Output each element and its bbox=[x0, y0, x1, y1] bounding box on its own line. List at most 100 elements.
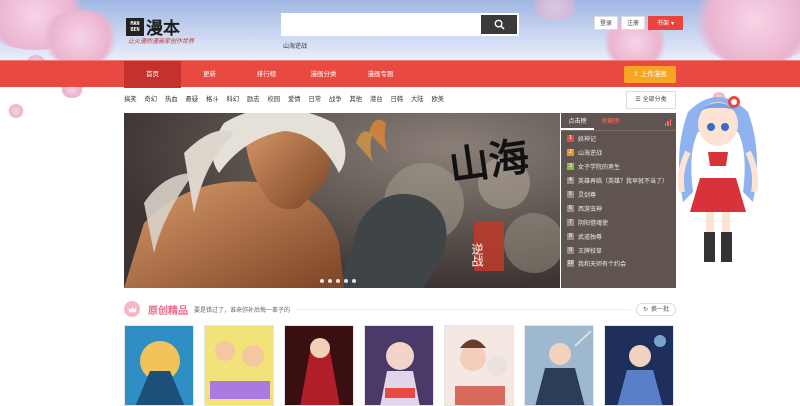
comic-cover[interactable] bbox=[284, 325, 354, 406]
section-header: 原创精品 要是错过了，谁来弥补后悔一辈子的 ↻ 换一批 bbox=[124, 300, 676, 318]
blossom-decoration bbox=[690, 0, 800, 60]
ranking-item[interactable]: 7 阴阳借魂使 bbox=[561, 215, 676, 229]
search-box bbox=[281, 13, 519, 36]
rank-title: 妖神记 bbox=[578, 136, 597, 144]
comic-cover[interactable] bbox=[604, 325, 674, 406]
nav-item-home[interactable]: 首页 bbox=[124, 61, 181, 88]
rank-title: 武道独尊 bbox=[578, 233, 603, 241]
category-bar: 搞笑 奇幻 热血 悬疑 格斗 科幻 励志 校园 爱情 日常 战争 其他 港台 日… bbox=[124, 94, 452, 103]
refresh-button[interactable]: ↻ 换一批 bbox=[635, 302, 676, 316]
banner-artwork: 山海 逆战 bbox=[124, 113, 560, 288]
logo-slogan: 让火漫的漫画家创作世界 bbox=[128, 38, 195, 45]
carousel-dot[interactable] bbox=[344, 279, 348, 283]
nav-item-topics[interactable]: 漫画专题 bbox=[352, 61, 409, 88]
upload-icon: ⇪ bbox=[633, 70, 639, 78]
nav-item-categories[interactable]: 漫画分类 bbox=[295, 61, 352, 88]
rank-number: 2 bbox=[567, 149, 574, 157]
ranking-item[interactable]: 1 妖神记 bbox=[561, 132, 676, 146]
carousel-dot[interactable] bbox=[328, 279, 332, 283]
rank-number: 3 bbox=[567, 163, 574, 171]
category-link[interactable]: 欧美 bbox=[432, 94, 453, 103]
ranking-item[interactable]: 3 女子学院的男生 bbox=[561, 160, 676, 174]
category-link[interactable]: 悬疑 bbox=[186, 94, 207, 103]
rank-number: 10 bbox=[567, 260, 574, 268]
carousel-dot[interactable] bbox=[352, 279, 356, 283]
rank-title: 阴阳借魂使 bbox=[578, 219, 609, 227]
login-button[interactable]: 登录 bbox=[594, 16, 619, 30]
search-button[interactable] bbox=[481, 15, 517, 34]
category-link[interactable]: 日韩 bbox=[391, 94, 412, 103]
ranking-item[interactable]: 4 英雄再临（英雄？我早就不当了） bbox=[561, 174, 676, 188]
rank-title: 灵剑尊 bbox=[578, 192, 597, 199]
category-link[interactable]: 日常 bbox=[309, 94, 330, 103]
upload-comic-button[interactable]: ⇪ 上传漫画 bbox=[624, 66, 676, 83]
rank-number: 8 bbox=[567, 232, 574, 240]
upload-label: 上传漫画 bbox=[640, 70, 667, 78]
category-link[interactable]: 其他 bbox=[350, 94, 371, 103]
ranking-tabs: 点击榜 收藏榜 bbox=[561, 113, 676, 131]
rank-title: 王牌校草 bbox=[578, 247, 603, 255]
rank-title: 我和天师有个约会 bbox=[578, 261, 627, 269]
category-link[interactable]: 励志 bbox=[247, 94, 268, 103]
section-subtitle: 要是错过了，谁来弥补后悔一辈子的 bbox=[194, 306, 291, 314]
comic-cover[interactable] bbox=[204, 325, 274, 406]
hot-search-link[interactable]: 山海逆战 bbox=[283, 41, 307, 50]
comic-cover[interactable] bbox=[524, 325, 594, 406]
ranking-item[interactable]: 6 西游虫神 bbox=[561, 201, 676, 215]
category-link[interactable]: 搞笑 bbox=[124, 94, 145, 103]
carousel-dot[interactable] bbox=[336, 279, 340, 283]
rank-number: 9 bbox=[567, 246, 574, 254]
comic-cover[interactable] bbox=[124, 325, 194, 406]
category-link[interactable]: 校园 bbox=[268, 94, 289, 103]
category-link[interactable]: 热血 bbox=[165, 94, 186, 103]
tab-clicks[interactable]: 点击榜 bbox=[561, 113, 594, 130]
ranking-item[interactable]: 8 武道独尊 bbox=[561, 229, 676, 243]
category-link[interactable]: 大陆 bbox=[411, 94, 432, 103]
crown-icon bbox=[124, 301, 140, 317]
rank-number: 6 bbox=[567, 204, 574, 212]
rank-number: 4 bbox=[567, 177, 574, 185]
register-button[interactable]: 注册 bbox=[621, 16, 646, 30]
logo-mark: MAN BEN bbox=[126, 17, 144, 36]
chevron-down-icon: ▾ bbox=[670, 20, 674, 27]
ranking-panel: 点击榜 收藏榜 1 妖神记 2 山海逆战 3 女子学院的男生 4 英雄再临（英雄？我早就… bbox=[561, 113, 676, 288]
comic-cover[interactable] bbox=[364, 325, 434, 406]
banner-carousel[interactable]: 山海 逆战 bbox=[124, 113, 560, 288]
petal-decoration bbox=[8, 104, 24, 118]
refresh-icon: ↻ bbox=[642, 305, 648, 313]
refresh-label: 换一批 bbox=[650, 305, 669, 313]
blossom-decoration bbox=[530, 0, 580, 20]
comic-cover[interactable] bbox=[444, 325, 514, 406]
category-link[interactable]: 奇幻 bbox=[145, 94, 166, 103]
rank-number: 1 bbox=[567, 135, 574, 143]
bookshelf-button[interactable]: 书架 ▾ bbox=[648, 16, 683, 30]
search-input[interactable] bbox=[283, 15, 481, 34]
ranking-item[interactable]: 2 山海逆战 bbox=[561, 146, 676, 160]
comic-list bbox=[124, 325, 674, 406]
category-link[interactable]: 科幻 bbox=[227, 94, 248, 103]
carousel-dots bbox=[320, 279, 356, 283]
rank-title: 英雄再临（英雄？我早就不当了） bbox=[578, 178, 669, 186]
rank-title: 女子学院的男生 bbox=[578, 164, 621, 172]
tab-favorites[interactable]: 收藏榜 bbox=[594, 113, 627, 130]
category-link[interactable]: 战争 bbox=[329, 94, 350, 103]
rank-title: 西游虫神 bbox=[578, 205, 603, 213]
category-link[interactable]: 格斗 bbox=[206, 94, 227, 103]
carousel-dot[interactable] bbox=[320, 279, 324, 283]
all-categories-label: 全部分类 bbox=[642, 96, 667, 103]
nav-item-rankings[interactable]: 排行榜 bbox=[238, 61, 295, 88]
blossom-decoration bbox=[40, 10, 120, 60]
rank-title: 山海逆战 bbox=[578, 150, 603, 158]
logo-mark-line: BEN bbox=[130, 26, 140, 33]
ranking-item[interactable]: 5 灵剑尊 bbox=[561, 188, 676, 202]
list-icon: ☰ bbox=[635, 96, 641, 103]
category-link[interactable]: 港台 bbox=[370, 94, 391, 103]
ranking-item[interactable]: 10 我和天师有个约会 bbox=[561, 257, 676, 271]
rank-number: 5 bbox=[567, 191, 574, 198]
mascot-character bbox=[677, 96, 759, 262]
ranking-item[interactable]: 9 王牌校草 bbox=[561, 243, 676, 257]
rank-number: 7 bbox=[567, 218, 574, 226]
category-link[interactable]: 爱情 bbox=[288, 94, 309, 103]
magnifier-icon bbox=[494, 19, 505, 30]
nav-item-updates[interactable]: 更新 bbox=[181, 61, 238, 88]
